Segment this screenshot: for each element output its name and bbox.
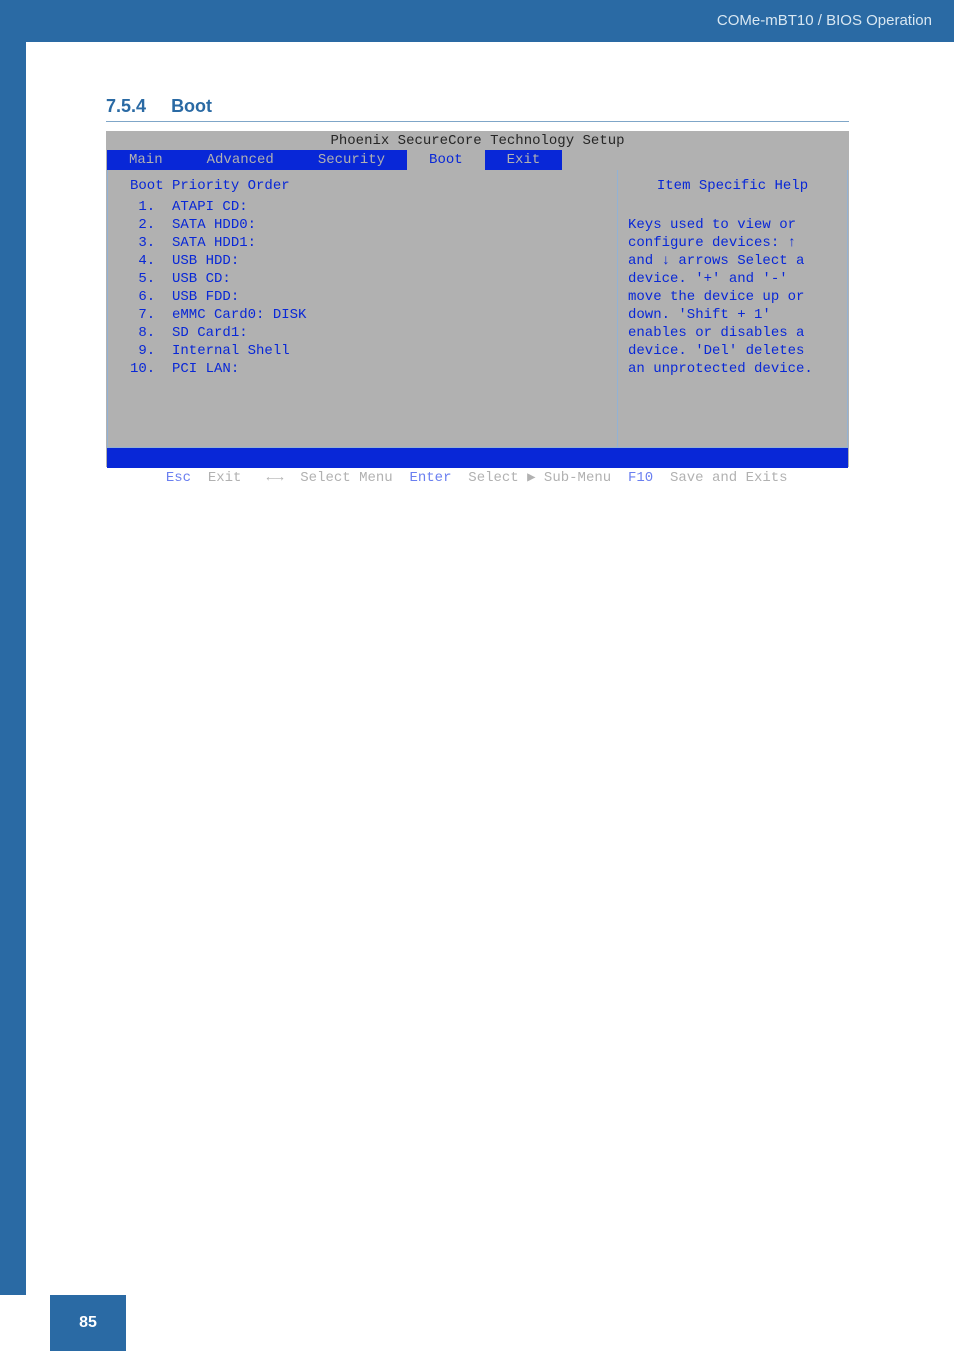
section-number: 7.5.4 [106,96,146,116]
footer-action-submenu: Select ▶ Sub-Menu [460,470,620,486]
bios-title: Phoenix SecureCore Technology Setup [107,132,848,150]
list-item[interactable]: 10. PCI LAN: [130,360,601,378]
tab-main[interactable]: Main [107,150,185,170]
help-line: down. 'Shift + 1' [628,306,837,324]
list-item[interactable]: 8. SD Card1: [130,324,601,342]
help-body: Keys used to view or configure devices: … [628,216,837,378]
section-heading: 7.5.4 Boot [106,96,212,117]
section-title: Boot [171,96,212,116]
help-line: device. '+' and '-' [628,270,837,288]
list-item[interactable]: 1. ATAPI CD: [130,198,601,216]
boot-priority-pane: Boot Priority Order 1. ATAPI CD: 2. SATA… [107,170,618,448]
footer-key-esc: Esc [157,470,199,486]
side-accent [0,42,26,1295]
list-item[interactable]: 6. USB FDD: [130,288,601,306]
tab-security[interactable]: Security [296,150,407,170]
bios-footer: Esc Exit ←→ Select Menu Enter Select ▶ S… [107,448,848,468]
page: COMe-mBT10 / BIOS Operation 7.5.4 Boot P… [0,0,954,1351]
page-number-badge: 85 [50,1295,126,1351]
help-pane: Item Specific Help Keys used to view or … [618,170,848,448]
list-item[interactable]: 5. USB CD: [130,270,601,288]
help-line: configure devices: ↑ [628,234,837,252]
footer-key-f10: F10 [620,470,662,486]
help-line: device. 'Del' deletes [628,342,837,360]
help-line: and ↓ arrows Select a [628,252,837,270]
help-line: an unprotected device. [628,360,837,378]
bios-screenshot: Phoenix SecureCore Technology Setup Main… [106,131,849,467]
list-item[interactable]: 9. Internal Shell [130,342,601,360]
list-item[interactable]: 7. eMMC Card0: DISK [130,306,601,324]
footer-action-save: Save and Exits [662,470,796,486]
help-title: Item Specific Help [628,178,837,194]
page-number: 85 [79,1314,97,1332]
tab-exit[interactable]: Exit [485,150,563,170]
help-line: Keys used to view or [628,216,837,234]
footer-action-selectmenu: Select Menu [292,470,401,486]
footer-key-enter: Enter [401,470,460,486]
section-underline [106,121,849,122]
boot-priority-header: Boot Priority Order [130,178,601,194]
breadcrumb: COMe-mBT10 / BIOS Operation [717,12,932,29]
help-line: enables or disables a [628,324,837,342]
list-item[interactable]: 2. SATA HDD0: [130,216,601,234]
tab-advanced[interactable]: Advanced [185,150,296,170]
list-item[interactable]: 3. SATA HDD1: [130,234,601,252]
footer-action-exit: Exit ←→ [199,470,291,486]
help-line: move the device up or [628,288,837,306]
tab-boot[interactable]: Boot [407,150,485,170]
list-item[interactable]: 4. USB HDD: [130,252,601,270]
header-bar: COMe-mBT10 / BIOS Operation [0,0,954,42]
bios-tabs: Main Advanced Security Boot Exit [107,150,848,170]
bios-body: Boot Priority Order 1. ATAPI CD: 2. SATA… [107,170,848,448]
